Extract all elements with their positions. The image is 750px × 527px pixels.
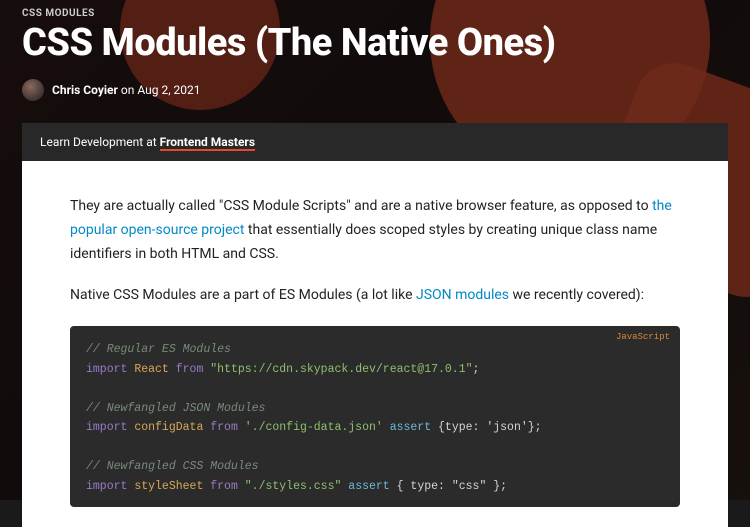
code-end: ; — [535, 421, 542, 434]
p2-link[interactable]: JSON modules — [416, 287, 509, 303]
byline: Chris Coyier on Aug 2, 2021 — [22, 79, 728, 101]
category-label[interactable]: CSS MODULES — [22, 8, 728, 19]
paragraph-2: Native CSS Modules are a part of ES Modu… — [70, 284, 680, 308]
code-comment-3: // Newfangled CSS Modules — [86, 460, 259, 473]
code-kw: import — [86, 421, 127, 434]
code-from: from — [210, 421, 238, 434]
code-obj: { type: "css" } — [397, 480, 501, 493]
p2-text-b: we recently covered): — [509, 287, 644, 303]
code-from: from — [210, 480, 238, 493]
code-from: from — [176, 363, 204, 376]
code-language-label: JavaScript — [616, 330, 670, 345]
code-comment-1: // Regular ES Modules — [86, 343, 231, 356]
code-var: React — [134, 363, 169, 376]
paragraph-1: They are actually called "CSS Module Scr… — [70, 195, 680, 266]
article-title: CSS Modules (The Native Ones) — [22, 21, 728, 65]
promo-link[interactable]: Frontend Masters — [160, 135, 255, 151]
date-prefix: on — [118, 83, 137, 97]
code-var: configData — [134, 421, 203, 434]
article-body: They are actually called "CSS Module Scr… — [22, 161, 728, 527]
code-comment-2: // Newfangled JSON Modules — [86, 402, 265, 415]
code-end: ; — [500, 480, 507, 493]
code-var: styleSheet — [134, 480, 203, 493]
code-kw: import — [86, 480, 127, 493]
publish-date: Aug 2, 2021 — [137, 83, 200, 97]
code-block: JavaScript // Regular ES Modules import … — [70, 326, 680, 506]
author-name[interactable]: Chris Coyier — [52, 83, 118, 97]
p2-text-a: Native CSS Modules are a part of ES Modu… — [70, 287, 416, 303]
code-str: "https://cdn.skypack.dev/react@17.0.1" — [210, 363, 472, 376]
code-end: ; — [473, 363, 480, 376]
code-str: './config-data.json' — [245, 421, 383, 434]
code-kw: import — [86, 363, 127, 376]
code-assert: assert — [390, 421, 431, 434]
code-obj: {type: 'json'} — [438, 421, 535, 434]
code-assert: assert — [348, 480, 389, 493]
code-str: "./styles.css" — [245, 480, 342, 493]
avatar[interactable] — [22, 79, 44, 101]
promo-prefix: Learn Development at — [40, 135, 160, 149]
p1-text-a: They are actually called "CSS Module Scr… — [70, 198, 652, 214]
promo-bar: Learn Development at Frontend Masters — [22, 123, 728, 161]
